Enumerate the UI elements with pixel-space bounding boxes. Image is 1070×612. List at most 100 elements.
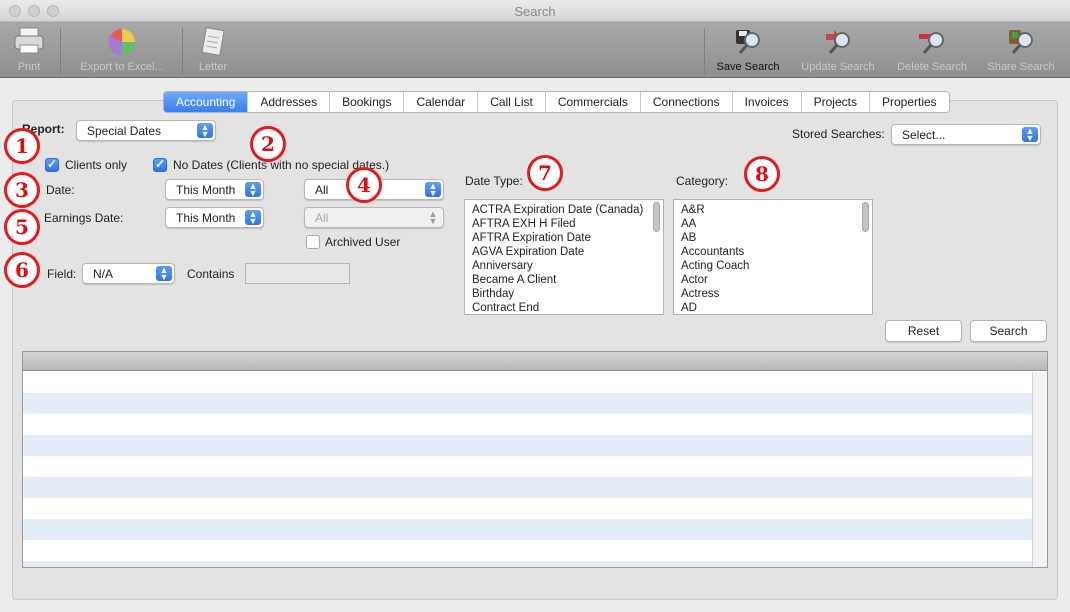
tab-invoices[interactable]: Invoices <box>732 92 802 112</box>
window-titlebar: Search <box>0 0 1070 22</box>
report-select[interactable]: Special Dates ▲ ▼ <box>76 120 216 141</box>
table-row[interactable] <box>23 414 1033 435</box>
letter-button[interactable]: Letter <box>190 22 236 78</box>
category-label: Category: <box>676 174 729 188</box>
table-row[interactable] <box>23 435 1033 456</box>
table-row[interactable] <box>23 393 1033 414</box>
list-item[interactable]: Accountants <box>674 245 872 259</box>
annotation-badge-7: 7 <box>527 155 563 191</box>
tab-bar: Accounting Addresses Bookings Calendar C… <box>163 91 950 113</box>
chevron-updown-icon: ▲ ▼ <box>1022 127 1038 143</box>
table-row[interactable] <box>23 561 1033 567</box>
toolbar: Print Export to Excel... Letter Save Sea… <box>0 22 1070 78</box>
date-select[interactable]: This Month ▲ ▼ <box>165 179 264 200</box>
tab-addresses[interactable]: Addresses <box>248 92 331 112</box>
search-button[interactable]: Search <box>970 320 1047 342</box>
list-item[interactable]: Contract End <box>465 301 663 314</box>
list-item[interactable]: Anniversary <box>465 259 663 273</box>
letter-icon <box>201 27 225 56</box>
list-item[interactable]: Actor <box>674 273 872 287</box>
table-row[interactable] <box>23 540 1033 561</box>
tab-bookings[interactable]: Bookings <box>330 92 405 112</box>
archived-user-label: Archived User <box>325 235 401 249</box>
tab-call-list[interactable]: Call List <box>478 92 546 112</box>
update-search-icon <box>826 30 850 54</box>
stored-searches-label: Stored Searches: <box>792 127 885 141</box>
delete-search-icon <box>919 32 944 54</box>
toolbar-separator <box>704 28 705 74</box>
date-type-list[interactable]: ACTRA Expiration Date (Canada) AFTRA EXH… <box>464 199 664 315</box>
share-search-button[interactable]: Share Search <box>982 22 1060 78</box>
annotation-badge-8: 8 <box>744 156 780 192</box>
annotation-badge-4: 4 <box>346 167 382 203</box>
share-search-icon <box>1009 30 1033 54</box>
print-button[interactable]: Print <box>4 22 54 78</box>
chevron-updown-icon: ▲ ▼ <box>197 123 213 139</box>
reset-button[interactable]: Reset <box>885 320 962 342</box>
export-to-excel-button[interactable]: Export to Excel... <box>70 22 174 78</box>
tab-projects[interactable]: Projects <box>801 92 870 112</box>
list-item[interactable]: Became A Client <box>465 273 663 287</box>
category-scrollbar[interactable] <box>862 202 869 232</box>
results-scrollbar[interactable] <box>1032 372 1047 567</box>
clients-only-checkbox[interactable] <box>45 157 59 172</box>
chevron-updown-icon: ▲ ▼ <box>245 210 261 226</box>
field-select[interactable]: N/A ▲ ▼ <box>82 263 175 284</box>
table-row[interactable] <box>23 372 1033 393</box>
earnings-scope-select: All ▲ ▼ <box>304 207 444 228</box>
date-type-label: Date Type: <box>465 174 523 188</box>
table-row[interactable] <box>23 498 1033 519</box>
list-item[interactable]: A&R <box>674 203 872 217</box>
tab-properties[interactable]: Properties <box>869 92 949 112</box>
annotation-badge-2: 2 <box>250 126 286 162</box>
annotation-badge-5: 5 <box>4 209 40 245</box>
chevron-updown-icon: ▲ ▼ <box>156 266 172 282</box>
tab-calendar[interactable]: Calendar <box>404 92 479 112</box>
annotation-badge-6: 6 <box>4 252 40 288</box>
table-row[interactable] <box>23 456 1033 477</box>
chevron-updown-icon: ▲ ▼ <box>245 182 261 198</box>
list-item[interactable]: AD <box>674 301 872 314</box>
window-title: Search <box>514 4 556 19</box>
category-list[interactable]: A&R AA AB Accountants Acting Coach Actor… <box>673 199 873 315</box>
date-label: Date: <box>46 183 75 197</box>
tab-commercials[interactable]: Commercials <box>545 92 641 112</box>
printer-icon <box>14 27 44 54</box>
results-table[interactable] <box>22 351 1048 568</box>
chevron-updown-icon: ▲ ▼ <box>425 182 441 198</box>
list-item[interactable]: AB <box>674 231 872 245</box>
earnings-date-select[interactable]: This Month ▲ ▼ <box>165 207 264 228</box>
list-item[interactable]: ACTRA Expiration Date (Canada) <box>465 203 663 217</box>
clients-only-label: Clients only <box>65 158 128 172</box>
contains-label: Contains <box>187 267 235 281</box>
no-dates-checkbox[interactable] <box>153 157 167 172</box>
contains-input[interactable] <box>245 263 350 284</box>
stored-searches-select[interactable]: Select... ▲ ▼ <box>891 124 1041 145</box>
save-search-icon <box>736 30 760 54</box>
list-item[interactable]: Birthday <box>465 287 663 301</box>
list-item[interactable]: Actress <box>674 287 872 301</box>
update-search-button[interactable]: Update Search <box>794 22 882 78</box>
results-header <box>23 352 1047 371</box>
annotation-badge-3: 3 <box>4 172 40 208</box>
list-item[interactable]: AA <box>674 217 872 231</box>
field-label: Field: <box>47 267 77 281</box>
list-item[interactable]: AFTRA EXH H Filed <box>465 217 663 231</box>
delete-search-button[interactable]: Delete Search <box>890 22 974 78</box>
chevron-updown-icon: ▲ ▼ <box>428 209 438 226</box>
pie-chart-icon <box>108 29 135 56</box>
earnings-date-label: Earnings Date: <box>44 211 124 225</box>
annotation-badge-1: 1 <box>4 128 40 164</box>
table-row[interactable] <box>23 519 1033 540</box>
tab-accounting[interactable]: Accounting <box>164 92 249 112</box>
save-search-button[interactable]: Save Search <box>710 22 786 78</box>
list-item[interactable]: AGVA Expiration Date <box>465 245 663 259</box>
toolbar-separator <box>182 28 183 74</box>
toolbar-separator <box>60 28 61 74</box>
archived-user-checkbox[interactable] <box>306 235 320 249</box>
table-row[interactable] <box>23 477 1033 498</box>
list-item[interactable]: AFTRA Expiration Date <box>465 231 663 245</box>
tab-connections[interactable]: Connections <box>640 92 733 112</box>
date-type-scrollbar[interactable] <box>653 202 660 232</box>
list-item[interactable]: Acting Coach <box>674 259 872 273</box>
